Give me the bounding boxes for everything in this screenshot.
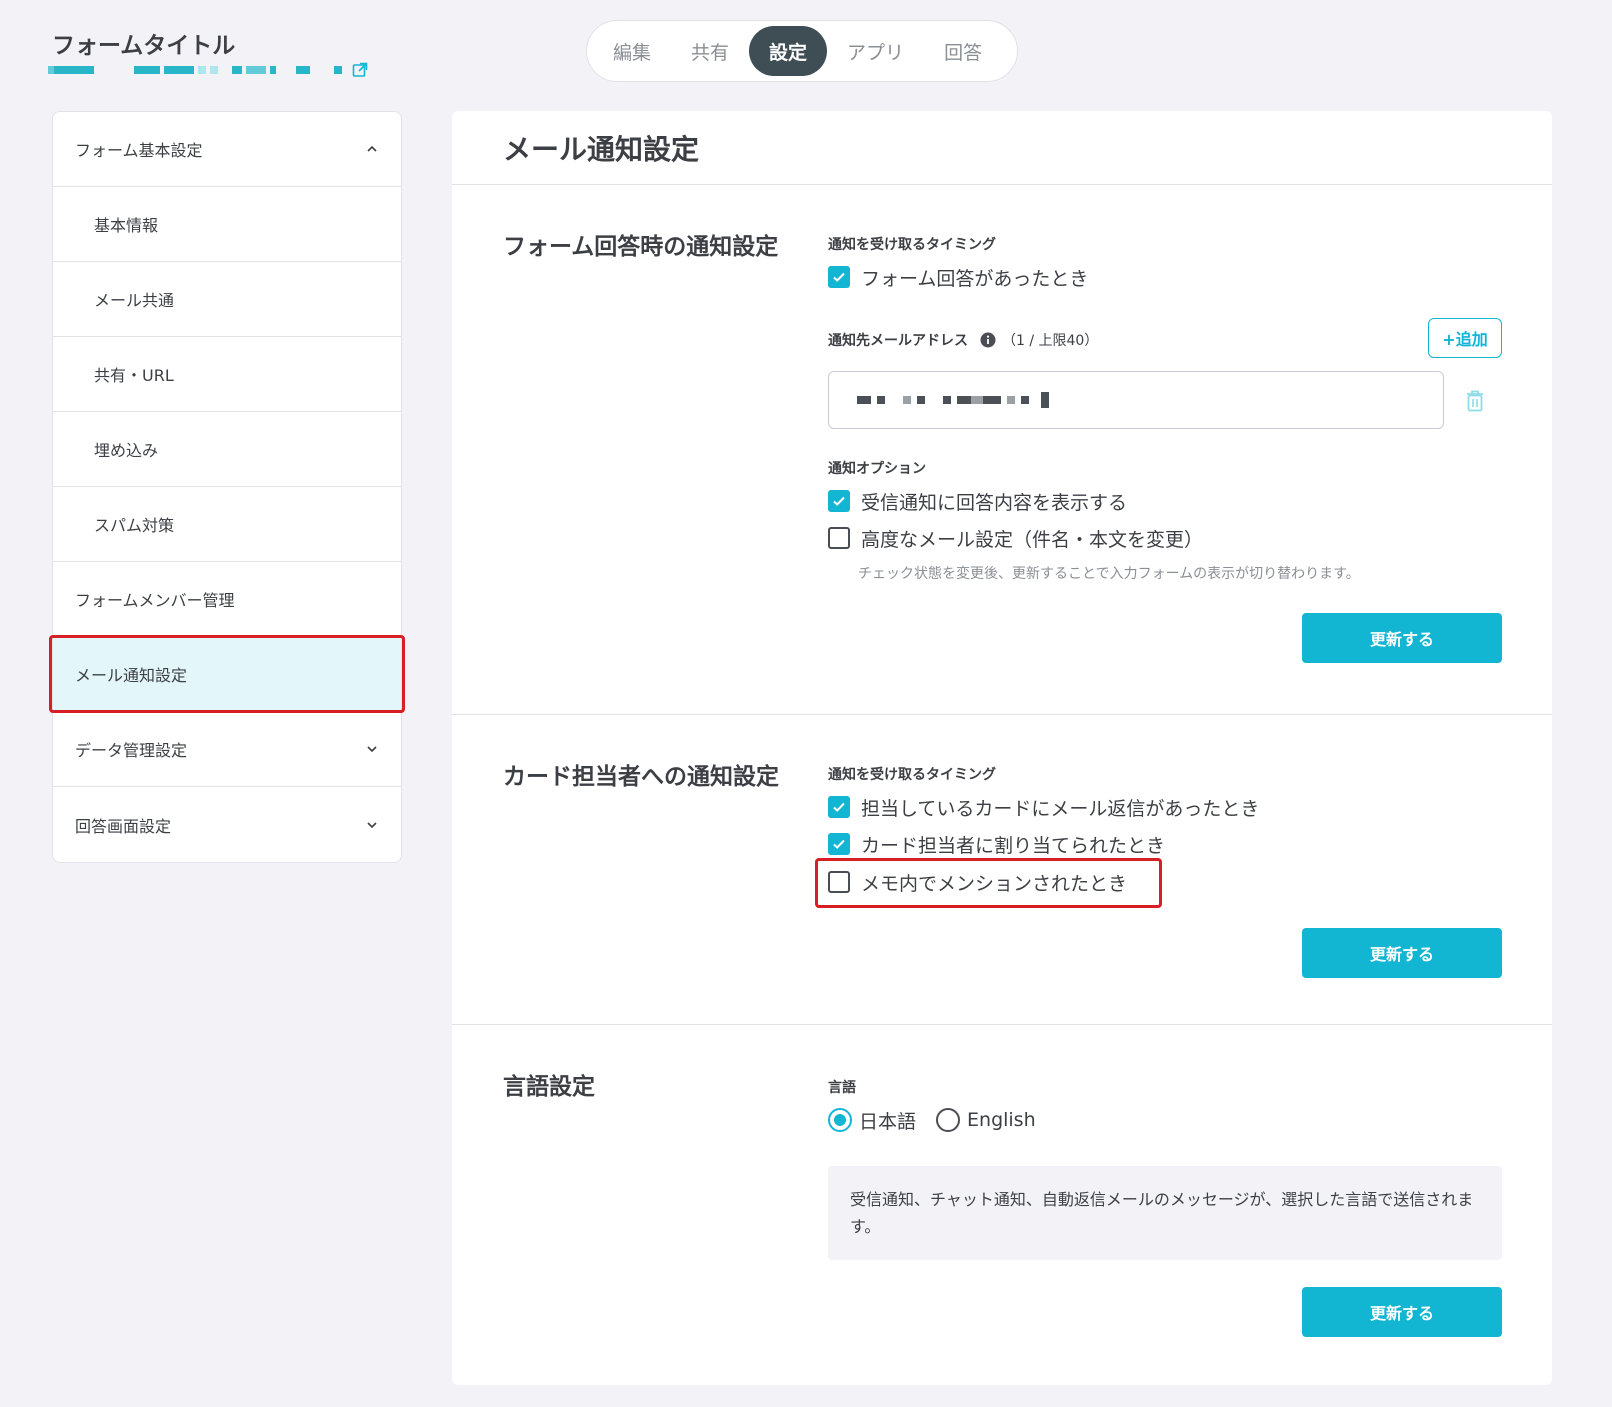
email-count: （1 / 上限40）	[1002, 333, 1099, 349]
sidebar-item-label: メール共通	[94, 291, 175, 310]
sidebar-item-form-members[interactable]: フォームメンバー管理	[53, 562, 401, 637]
radio-unselected[interactable]	[936, 1108, 961, 1132]
chevron-up-icon	[367, 145, 377, 152]
sidebar-item-data-management[interactable]: データ管理設定	[53, 712, 401, 787]
section-title: フォーム回答時の通知設定	[503, 234, 779, 260]
checkbox-checked[interactable]	[828, 490, 850, 512]
form-answer-notification-section: フォーム回答時の通知設定 通知を受け取るタイミング フォーム回答があったとき 通…	[452, 185, 1552, 715]
add-email-button[interactable]: +追加	[1428, 318, 1502, 358]
timing-option-form-answer[interactable]: フォーム回答があったとき	[828, 258, 1088, 296]
radio-selected[interactable]	[828, 1108, 852, 1132]
email-label: 通知先メールアドレス	[828, 333, 968, 349]
tab-bar: 編集 共有 設定 アプリ 回答	[586, 20, 1018, 82]
external-link-icon[interactable]	[352, 62, 368, 78]
radio-english[interactable]: English	[936, 1108, 1036, 1132]
chevron-down-icon	[367, 746, 377, 753]
email-field[interactable]	[828, 371, 1444, 429]
sidebar-item-label: 埋め込み	[94, 441, 159, 460]
form-title: フォームタイトル	[52, 33, 236, 59]
trash-icon[interactable]	[1465, 389, 1485, 413]
sidebar-item-label: 回答画面設定	[75, 816, 172, 836]
form-url[interactable]	[48, 62, 368, 78]
sidebar-item-spam-protection[interactable]: スパム対策	[53, 487, 401, 562]
sidebar-item-embed[interactable]: 埋め込み	[53, 412, 401, 487]
checkbox-checked[interactable]	[828, 266, 850, 288]
tab-answers[interactable]: 回答	[924, 26, 1002, 76]
sidebar-item-label: データ管理設定	[75, 741, 188, 760]
options-hint: チェック状態を変更後、更新することで入力フォームの表示が切り替わります。	[858, 566, 1360, 582]
language-section: 言語設定 言語 日本語 English 受信通知、チャット通知、自動返信メールの…	[452, 1025, 1552, 1383]
sidebar-item-form-basic-settings[interactable]: フォーム基本設定	[53, 112, 401, 187]
language-label: 言語	[828, 1080, 856, 1096]
email-label-row: 通知先メールアドレス （1 / 上限40）	[828, 330, 1098, 350]
tab-share[interactable]: 共有	[671, 26, 749, 76]
language-note: 受信通知、チャット通知、自動返信メールのメッセージが、選択した言語で送信されます…	[828, 1166, 1502, 1260]
radio-japanese[interactable]: 日本語	[828, 1107, 916, 1134]
settings-sidebar: フォーム基本設定 基本情報 メール共通 共有・URL 埋め込み スパム対策 フォ…	[49, 111, 405, 863]
sidebar-item-mail-notification[interactable]: メール通知設定	[49, 635, 405, 713]
tab-settings[interactable]: 設定	[749, 26, 828, 76]
tab-apps[interactable]: アプリ	[827, 26, 924, 76]
sidebar-item-label: メール通知設定	[75, 666, 188, 685]
section-title: 言語設定	[503, 1074, 595, 1100]
sidebar-item-answer-screen[interactable]: 回答画面設定	[53, 787, 401, 862]
checkbox-checked[interactable]	[828, 833, 850, 855]
sidebar-item-label: フォームメンバー管理	[75, 591, 235, 610]
checkbox-unchecked[interactable]	[828, 527, 850, 549]
checkbox-checked[interactable]	[828, 796, 850, 818]
chevron-down-icon	[367, 821, 377, 828]
settings-panel: メール通知設定 フォーム回答時の通知設定 通知を受け取るタイミング フォーム回答…	[452, 111, 1552, 1385]
option-card-mail-reply[interactable]: 担当しているカードにメール返信があったとき	[828, 788, 1259, 826]
sidebar-item-label: 共有・URL	[94, 366, 174, 385]
option-advanced-mail[interactable]: 高度なメール設定（件名・本文を変更）	[828, 519, 1203, 557]
timing-label: 通知を受け取るタイミング	[828, 237, 996, 253]
update-button[interactable]: 更新する	[1302, 1287, 1502, 1337]
update-button[interactable]: 更新する	[1302, 928, 1502, 978]
options-label: 通知オプション	[828, 461, 926, 477]
sidebar-item-label: フォーム基本設定	[75, 141, 203, 160]
highlight-box	[815, 858, 1162, 908]
language-radio-group: 日本語 English	[828, 1101, 1036, 1139]
update-button[interactable]: 更新する	[1302, 613, 1502, 663]
sidebar-item-label: スパム対策	[94, 516, 175, 535]
sidebar-item-share-url[interactable]: 共有・URL	[53, 337, 401, 412]
sidebar-item-mail-common[interactable]: メール共通	[53, 262, 401, 337]
option-show-answer[interactable]: 受信通知に回答内容を表示する	[828, 482, 1127, 520]
timing-label: 通知を受け取るタイミング	[828, 767, 996, 783]
section-title: カード担当者への通知設定	[503, 764, 779, 790]
card-assignee-notification-section: カード担当者への通知設定 通知を受け取るタイミング 担当しているカードにメール返…	[452, 715, 1552, 1025]
sidebar-item-label: 基本情報	[94, 216, 159, 235]
sidebar-item-basic-info[interactable]: 基本情報	[53, 187, 401, 262]
page-title: メール通知設定	[452, 111, 1552, 185]
info-icon[interactable]	[980, 332, 996, 348]
tab-edit[interactable]: 編集	[593, 26, 671, 76]
